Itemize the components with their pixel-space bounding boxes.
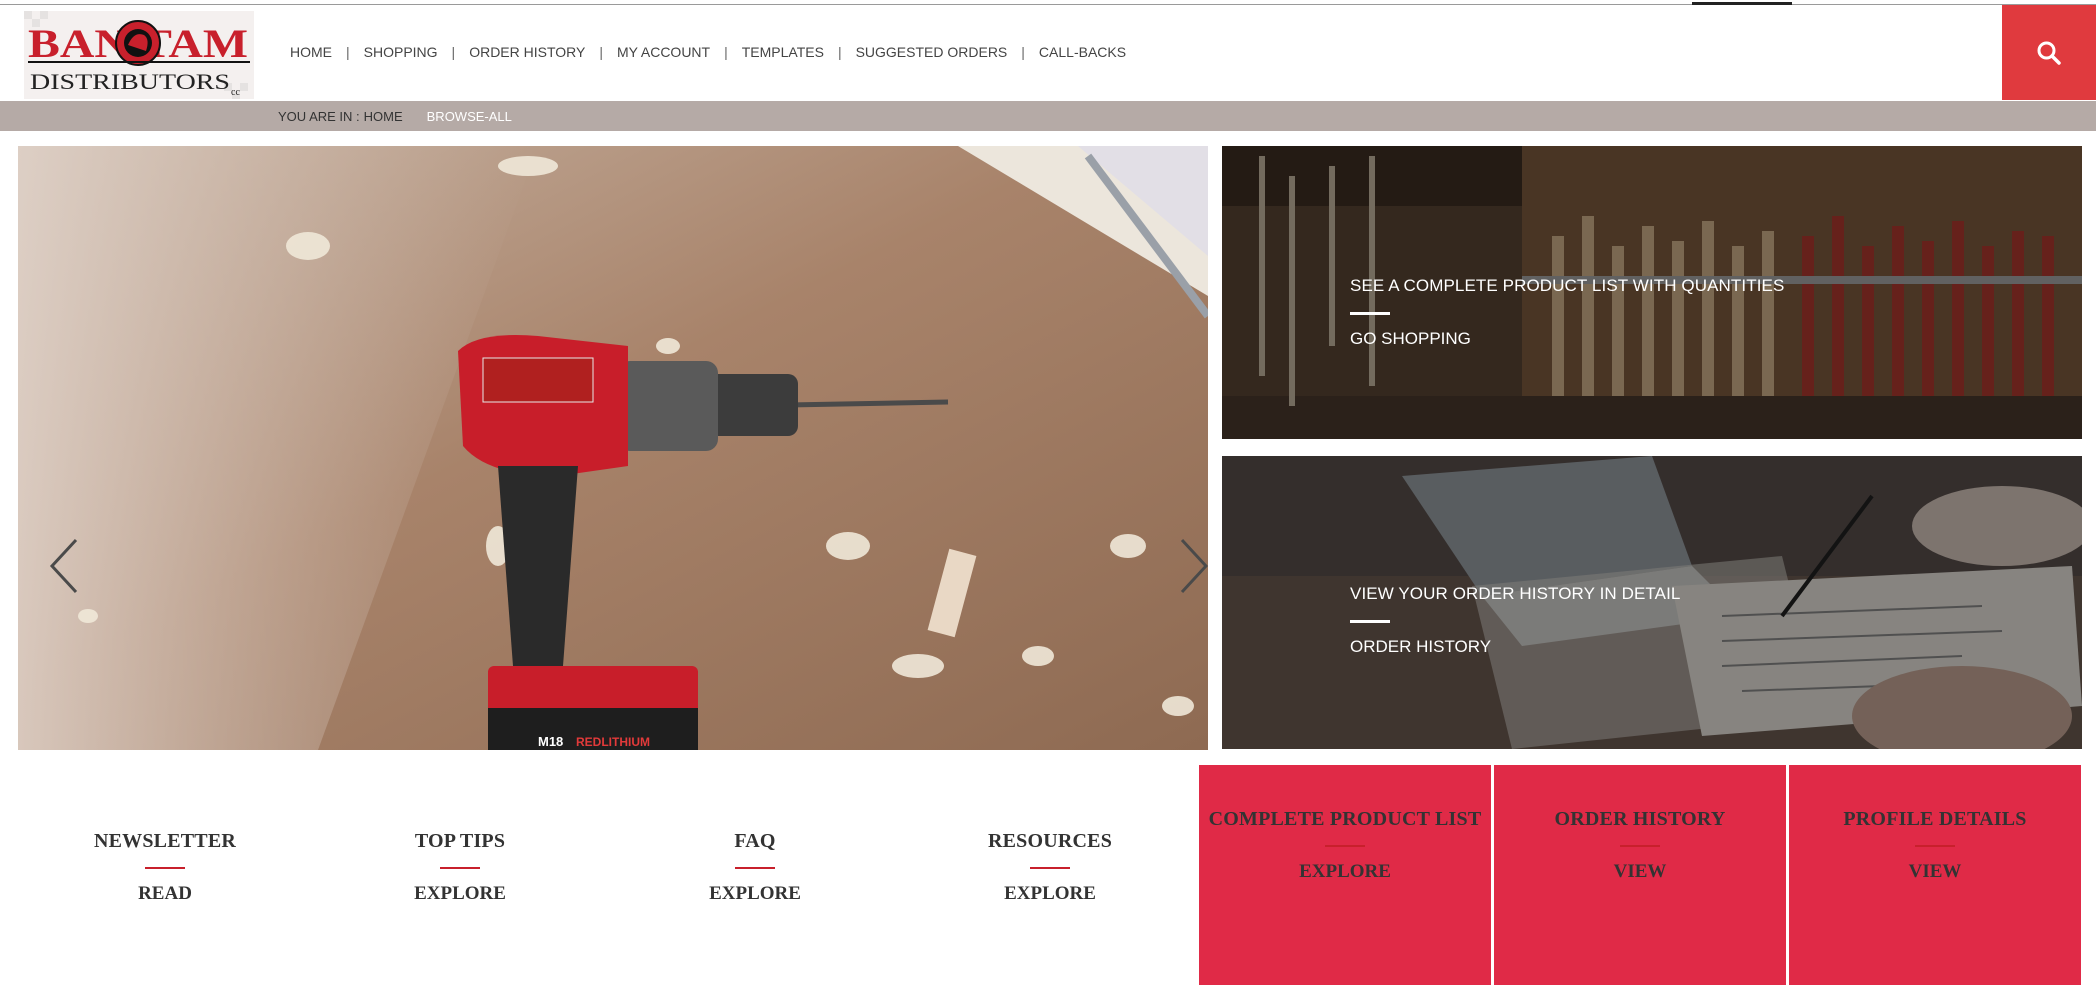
go-shopping-link[interactable]: GO SHOPPING [1350, 329, 1784, 349]
site-header: BAN TAM DISTRIBUTORS cc HOME | SHOPPING … [0, 5, 2096, 100]
nav-order-history[interactable]: ORDER HISTORY [469, 44, 585, 60]
promo-shopping-title: SEE A COMPLETE PRODUCT LIST WITH QUANTIT… [1350, 276, 1785, 295]
resources-explore-link[interactable]: EXPLORE [935, 883, 1165, 905]
nav-separator: | [724, 44, 728, 60]
tile-divider [1620, 845, 1660, 847]
order-history-link[interactable]: ORDER HISTORY [1350, 637, 1680, 657]
breadcrumb-home-link[interactable]: HOME [364, 109, 403, 124]
promo-divider [1350, 312, 1390, 315]
promo-divider [1350, 620, 1390, 623]
search-icon [2037, 41, 2061, 65]
tile-divider [735, 867, 775, 869]
red-tile-order-history[interactable]: ORDER HISTORY VIEW [1494, 765, 1786, 985]
tile-title: RESOURCES [987, 830, 1113, 852]
nav-separator: | [1021, 44, 1025, 60]
red-tile-product-list[interactable]: COMPLETE PRODUCT LIST EXPLORE [1199, 765, 1491, 985]
svg-text:cc: cc [231, 87, 240, 98]
tile-title: ORDER HISTORY [1554, 808, 1726, 830]
nav-call-backs[interactable]: CALL-BACKS [1039, 44, 1126, 60]
nav-separator: | [599, 44, 603, 60]
main-nav: HOME | SHOPPING | ORDER HISTORY | MY ACC… [290, 44, 1126, 60]
slider-prev-arrow[interactable] [46, 536, 86, 596]
nav-my-account[interactable]: MY ACCOUNT [617, 44, 710, 60]
tile-title: FAQ [734, 830, 776, 852]
bantam-logo[interactable]: BAN TAM DISTRIBUTORS cc [24, 11, 254, 99]
nav-suggested-orders[interactable]: SUGGESTED ORDERS [856, 44, 1008, 60]
search-button[interactable] [2002, 5, 2096, 100]
tile-resources: RESOURCES EXPLORE [935, 830, 1165, 905]
nav-shopping[interactable]: SHOPPING [364, 44, 438, 60]
promo-order-history-title: VIEW YOUR ORDER HISTORY IN DETAIL [1350, 584, 1681, 603]
newsletter-read-link[interactable]: READ [50, 883, 280, 905]
svg-text:REDLITHIUM: REDLITHIUM [576, 735, 650, 749]
nav-home[interactable]: HOME [290, 44, 332, 60]
nav-templates[interactable]: TEMPLATES [742, 44, 824, 60]
tile-divider [1325, 845, 1365, 847]
tile-title: TOP TIPS [414, 830, 506, 852]
chevron-right-icon [1180, 538, 1208, 594]
tile-top-tips: TOP TIPS EXPLORE [345, 830, 575, 905]
tile-faq: FAQ EXPLORE [640, 830, 870, 905]
slider-next-arrow[interactable] [1172, 536, 1208, 596]
tile-newsletter: NEWSLETTER READ [50, 830, 280, 905]
promo-order-history-text: VIEW YOUR ORDER HISTORY IN DETAIL ORDER … [1350, 584, 1680, 657]
tile-divider [145, 867, 185, 869]
logo-wordmark: DISTRIBUTORS [30, 69, 230, 94]
hero-slider: M18 REDLITHIUM [18, 146, 1208, 750]
tile-title: NEWSLETTER [93, 830, 237, 852]
tile-divider [1030, 867, 1070, 869]
order-history-view-link[interactable]: VIEW [1494, 861, 1786, 883]
nav-separator: | [451, 44, 456, 60]
hero-image-drill: M18 REDLITHIUM [18, 146, 1208, 750]
product-list-explore-link[interactable]: EXPLORE [1199, 861, 1491, 883]
promo-shopping[interactable]: SEE A COMPLETE PRODUCT LIST WITH QUANTIT… [1222, 146, 2082, 439]
top-tips-explore-link[interactable]: EXPLORE [345, 883, 575, 905]
breadcrumb: YOU ARE IN : HOME BROWSE-ALL [0, 101, 2096, 131]
profile-details-view-link[interactable]: VIEW [1789, 861, 2081, 883]
svg-text:M18: M18 [538, 734, 563, 749]
tile-title: PROFILE DETAILS [1843, 808, 2027, 830]
red-tile-profile-details[interactable]: PROFILE DETAILS VIEW [1789, 765, 2081, 985]
promo-shopping-text: SEE A COMPLETE PRODUCT LIST WITH QUANTIT… [1350, 276, 1784, 349]
tile-title: COMPLETE PRODUCT LIST [1208, 808, 1482, 830]
breadcrumb-current: BROWSE-ALL [426, 108, 512, 124]
tile-divider [440, 867, 480, 869]
nav-separator: | [346, 44, 350, 60]
breadcrumb-prefix: YOU ARE IN : [278, 108, 360, 124]
faq-explore-link[interactable]: EXPLORE [640, 883, 870, 905]
promo-order-history[interactable]: VIEW YOUR ORDER HISTORY IN DETAIL ORDER … [1222, 456, 2082, 749]
chevron-left-icon [49, 538, 78, 594]
nav-separator: | [837, 44, 842, 60]
tile-divider [1915, 845, 1955, 847]
